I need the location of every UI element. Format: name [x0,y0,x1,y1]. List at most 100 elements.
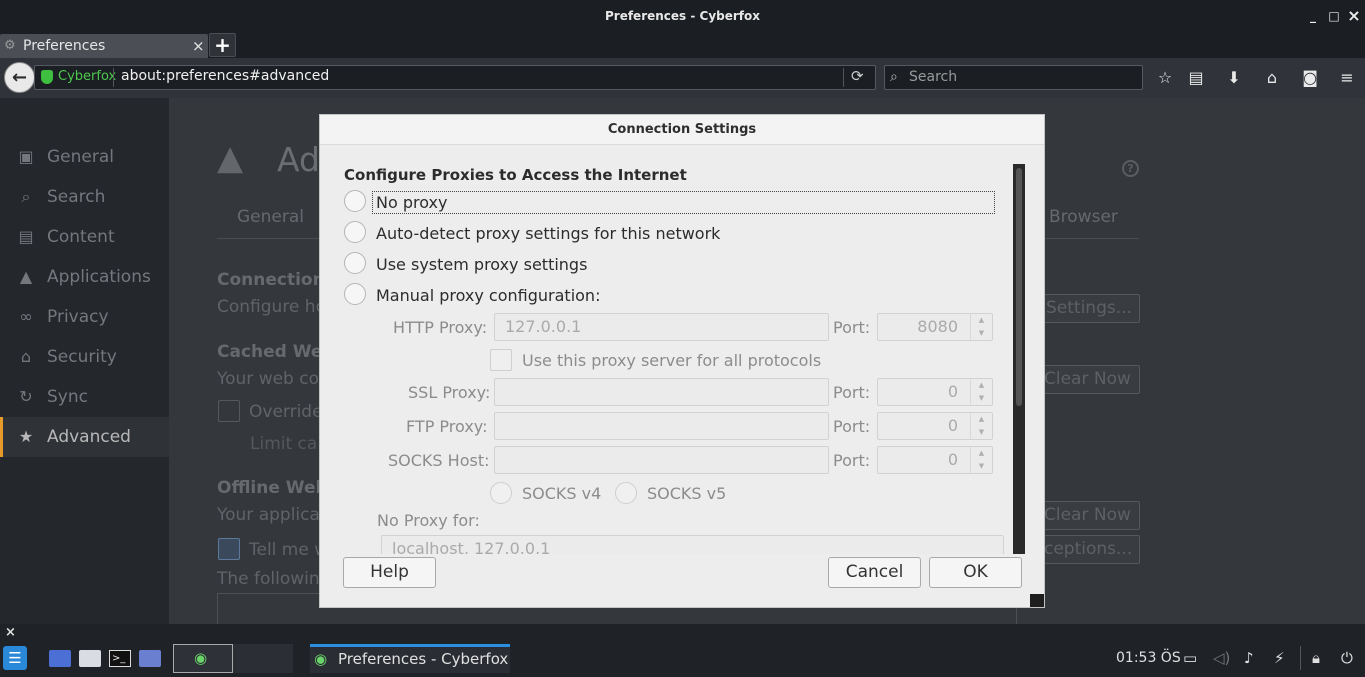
no-proxy-for-label: No Proxy for: [377,511,480,530]
override-checkbox[interactable] [218,400,240,422]
help-button[interactable]: Help [343,557,436,588]
ftp-proxy-input[interactable] [494,412,829,440]
files-icon[interactable] [79,650,101,667]
spin-arrows-icon[interactable]: ▲ ▼ [970,413,992,439]
clock[interactable]: 01:53 ÖS [1116,650,1181,666]
radio-auto-detect[interactable] [344,221,366,243]
socks-host-input[interactable] [494,446,829,474]
no-proxy-label[interactable]: No proxy [376,193,447,212]
url-bar[interactable]: Cyberfox about:preferences#advanced ⟳ [34,65,876,90]
system-proxy-label[interactable]: Use system proxy settings [376,255,587,274]
sidebar-item-content[interactable]: ▤ Content [0,217,169,257]
ssl-port-value: 0 [947,382,958,401]
close-window-button[interactable]: × [1343,0,1365,32]
workspace-2[interactable] [233,644,293,673]
radio-no-proxy[interactable] [344,190,366,212]
back-button[interactable]: ← [4,62,35,93]
dialog-scrollbar[interactable] [1013,164,1025,554]
tab-close-icon[interactable]: × [192,34,205,58]
socks-port-label: Port: [833,451,871,470]
tab-preferences[interactable]: ⚙ Preferences × [0,34,208,58]
radio-system-proxy[interactable] [344,252,366,274]
home-icon[interactable]: ⌂ [1261,67,1283,89]
sidebar-item-advanced[interactable]: ★ Advanced [0,417,169,457]
sidebar-item-sync[interactable]: ↻ Sync [0,377,169,417]
no-proxy-for-textarea[interactable]: localhost, 127.0.0.1 [381,535,1004,554]
radio-socks-v5[interactable] [615,482,637,504]
http-port-input[interactable]: 8080 ▲ ▼ [877,313,993,341]
tray-divider [1300,646,1301,670]
clear-cache-button[interactable]: Clear Now [1039,365,1140,394]
tell-me-checkbox[interactable] [218,538,240,560]
security-icon: ⌂ [20,347,32,366]
ok-button[interactable]: OK [929,557,1022,588]
sidebar-item-search[interactable]: ⌕ Search [0,177,169,217]
ssl-port-label: Port: [833,383,871,402]
manual-proxy-label[interactable]: Manual proxy configuration: [376,286,600,305]
tell-me-label: Tell me w [249,540,329,560]
ssl-proxy-input[interactable] [494,378,829,406]
bookmark-star-icon[interactable]: ☆ [1154,67,1176,89]
new-tab-button[interactable]: + [209,33,236,57]
preferences-sidebar: ▣ General ⌕ Search ▤ Content ▲ Applications … [0,98,169,624]
download-icon[interactable]: ⬇ [1223,67,1245,89]
auto-detect-label[interactable]: Auto-detect proxy settings for this netw… [376,224,720,243]
cancel-button[interactable]: Cancel [828,557,921,588]
radio-socks-v4[interactable] [490,482,512,504]
power-icon[interactable]: ⏻ [1341,649,1353,667]
sidebar-item-applications[interactable]: ▲ Applications [0,257,169,297]
search-bar[interactable]: ⌕ Search [884,65,1143,90]
menu-icon[interactable]: ≡ [1336,67,1358,89]
radio-manual-proxy[interactable] [344,283,366,305]
spin-arrows-icon[interactable]: ▲ ▼ [970,447,992,473]
power-manager-icon[interactable]: ⚡ [1274,649,1285,667]
sidebar-item-privacy[interactable]: ∞ Privacy [0,297,169,337]
socks-v4-label[interactable]: SOCKS v4 [522,484,601,503]
volume-icon[interactable]: ◁) [1213,649,1230,667]
terminal-icon[interactable]: >_ [109,650,131,667]
use-all-label[interactable]: Use this proxy server for all protocols [522,351,821,370]
panel-close-icon[interactable]: × [5,625,16,640]
socks-port-input[interactable]: 0 ▲ ▼ [877,446,993,474]
ssl-proxy-label: SSL Proxy: [408,383,491,402]
http-proxy-input[interactable]: 127.0.0.1 [494,313,829,341]
tab-general[interactable]: General [237,207,304,227]
connection-settings-button[interactable]: Settings... [1039,294,1140,323]
display-icon[interactable]: ▭ [1183,649,1197,667]
sidebar-item-security[interactable]: ⌂ Security [0,337,169,377]
privacy-icon: ∞ [19,307,33,326]
task-preferences-cyberfox[interactable]: ◉ Preferences - Cyberfox [310,644,510,673]
desktop-icon[interactable] [49,650,71,667]
dialog-scroll-area: Configure Proxies to Access the Internet… [339,164,1016,554]
pocket-icon[interactable]: ◙ [1299,67,1321,89]
kali-menu-icon[interactable]: ☰ [3,646,27,670]
ssl-port-input[interactable]: 0 ▲ ▼ [877,378,993,406]
task-label: Preferences - Cyberfox [338,650,509,668]
lock-icon[interactable]: 🔒︎ [1312,649,1320,667]
use-all-checkbox[interactable] [490,349,512,371]
reading-list-icon[interactable]: ▤ [1185,67,1207,89]
spin-arrows-icon[interactable]: ▲ ▼ [970,314,992,340]
clear-offline-button[interactable]: Clear Now [1039,501,1140,530]
ftp-port-input[interactable]: 0 ▲ ▼ [877,412,993,440]
exceptions-button[interactable]: ceptions... [1039,535,1140,564]
http-port-label: Port: [833,318,871,337]
minimize-button[interactable]: _ [1302,0,1324,32]
ftp-port-value: 0 [947,416,958,435]
settings-app-icon[interactable] [139,650,161,667]
tab-browser[interactable]: Browser [1049,207,1118,227]
notification-bell-icon[interactable]: ♪ [1244,649,1254,667]
connection-heading: Connection [217,270,325,290]
help-icon[interactable]: ? [1122,160,1139,177]
reload-icon[interactable]: ⟳ [851,67,864,85]
socks-v5-label[interactable]: SOCKS v5 [647,484,726,503]
resize-grip[interactable] [1030,594,1044,607]
spin-arrows-icon[interactable]: ▲ ▼ [970,379,992,405]
proxies-heading: Configure Proxies to Access the Internet [344,166,687,184]
dialog-title: Connection Settings [320,115,1044,145]
maximize-button[interactable]: □ [1323,0,1345,32]
workspace-1[interactable]: ◉ [173,644,233,673]
sidebar-item-general[interactable]: ▣ General [0,137,169,177]
url-text[interactable]: about:preferences#advanced [121,68,329,84]
scrollbar-thumb[interactable] [1016,168,1022,406]
